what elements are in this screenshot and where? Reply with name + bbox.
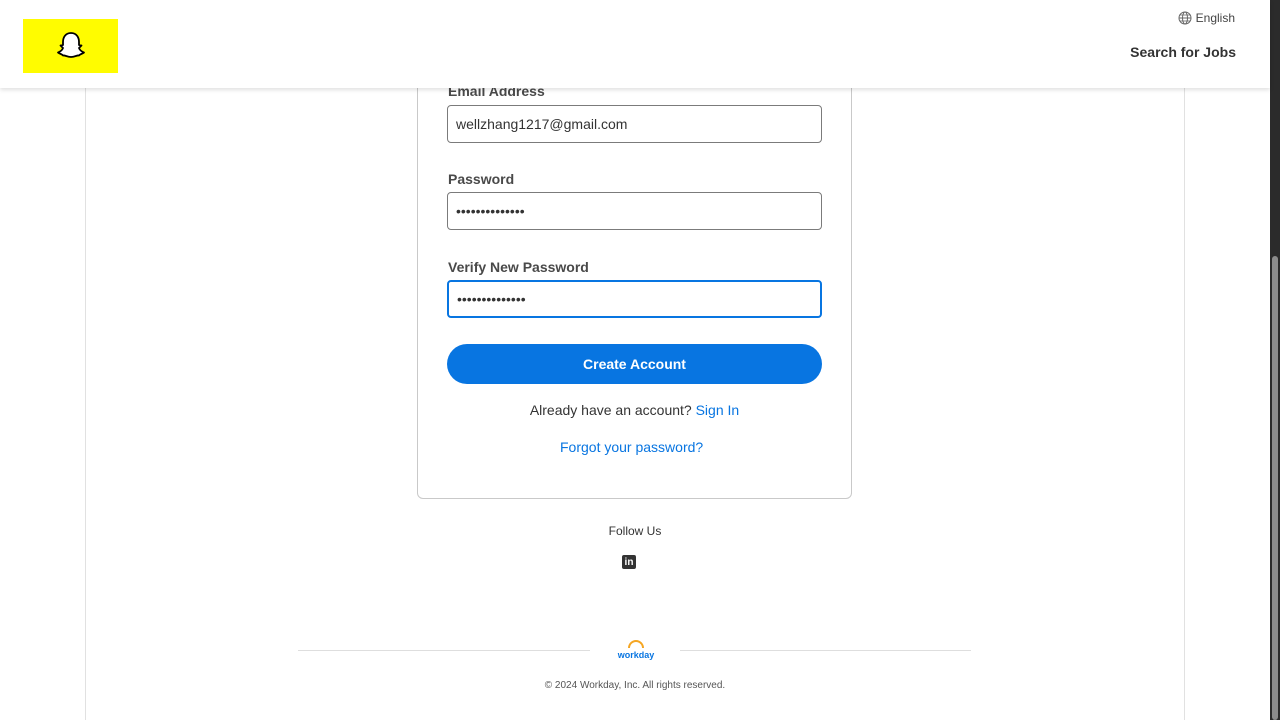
footer-divider-right xyxy=(680,650,971,651)
globe-icon xyxy=(1178,11,1192,25)
verify-password-field[interactable] xyxy=(447,280,822,318)
workday-logo: workday xyxy=(606,640,666,660)
copyright-text: © 2024 Workday, Inc. All rights reserved… xyxy=(544,680,726,691)
follow-us-label: Follow Us xyxy=(608,524,662,538)
sign-in-prompt: Already have an account? Sign In xyxy=(418,402,851,418)
language-label[interactable]: English xyxy=(1196,11,1235,25)
sign-in-link[interactable]: Sign In xyxy=(696,402,740,418)
password-field[interactable] xyxy=(447,192,822,230)
page-header: English Search for Jobs xyxy=(0,0,1270,88)
already-have-account-text: Already have an account? xyxy=(529,402,692,418)
forgot-password-link[interactable]: Forgot your password? xyxy=(560,439,703,455)
search-for-jobs-link[interactable]: Search for Jobs xyxy=(1124,43,1242,61)
workday-arc-icon xyxy=(628,640,644,648)
scrollbar-thumb[interactable] xyxy=(1272,256,1278,720)
create-account-button[interactable]: Create Account xyxy=(447,344,822,384)
snapchat-logo[interactable] xyxy=(23,19,118,73)
footer-divider-left xyxy=(298,650,590,651)
page-scrollbar[interactable] xyxy=(1270,0,1280,720)
ghost-icon xyxy=(56,32,85,58)
email-field[interactable] xyxy=(447,105,822,143)
linkedin-icon[interactable]: in xyxy=(622,555,636,569)
password-label: Password xyxy=(448,171,515,187)
language-selector[interactable]: English xyxy=(1178,11,1235,25)
workday-logo-text: workday xyxy=(617,650,655,660)
verify-password-label: Verify New Password xyxy=(448,259,589,275)
